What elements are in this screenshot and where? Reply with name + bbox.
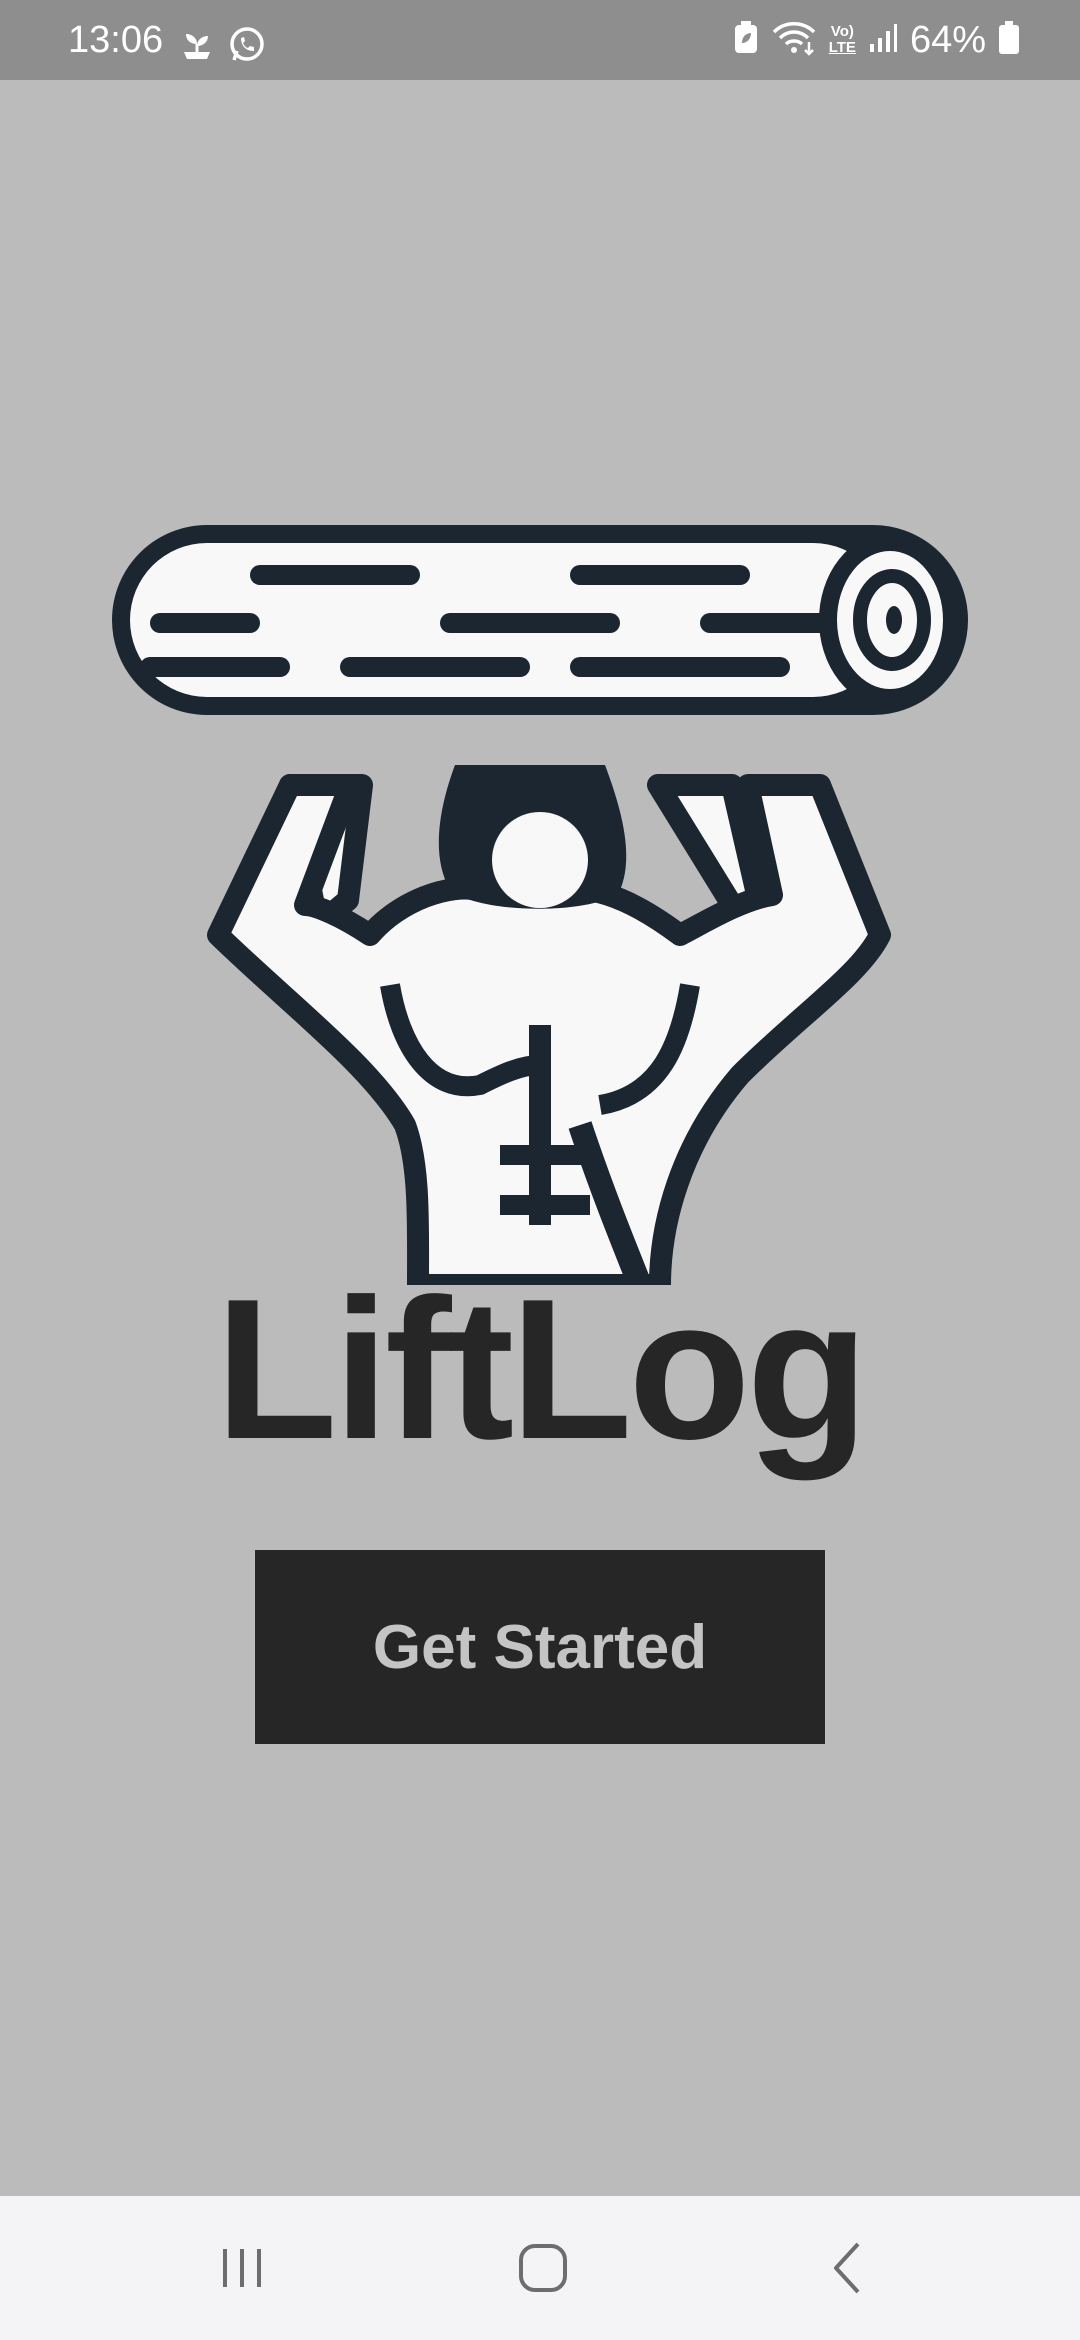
- recent-apps-icon[interactable]: [202, 2232, 282, 2304]
- plant-notification-icon: [180, 30, 214, 65]
- home-icon[interactable]: [503, 2232, 583, 2304]
- status-bar: 13:06 Vo) LTE 64%: [0, 0, 1080, 80]
- status-notification-icons: [180, 26, 266, 69]
- splash-screen: LiftLog Get Started: [0, 80, 1080, 2196]
- status-time: 13:06: [68, 19, 164, 61]
- system-navigation-bar: [0, 2196, 1080, 2340]
- battery-percent: 64%: [909, 19, 986, 61]
- status-system-icons: Vo) LTE 64%: [733, 14, 1020, 66]
- signal-icon: [868, 22, 898, 59]
- battery-icon: [998, 20, 1020, 60]
- get-started-button[interactable]: Get Started: [255, 1550, 825, 1744]
- app-title: LiftLog: [215, 1258, 868, 1481]
- volte-label-bottom: LTE: [828, 39, 856, 56]
- strongman-lifting-log-icon: [112, 525, 968, 1285]
- whatsapp-icon: [228, 26, 266, 69]
- back-icon[interactable]: [808, 2232, 888, 2304]
- volte-label-top: Vo): [830, 23, 854, 40]
- battery-saver-icon: [733, 20, 759, 60]
- wifi-icon: [771, 20, 817, 61]
- volte-icon: Vo) LTE: [829, 24, 856, 56]
